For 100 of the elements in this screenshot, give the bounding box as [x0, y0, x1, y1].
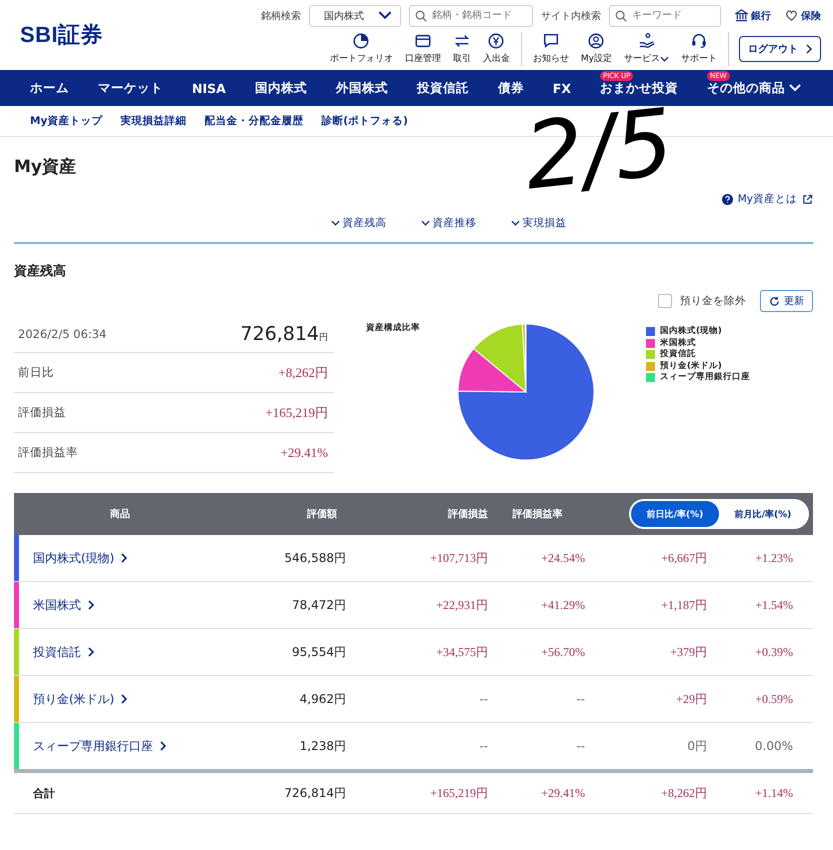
table-cell: +1.23%	[755, 550, 793, 564]
search-label: 銘柄検索	[261, 10, 301, 22]
anchor-link[interactable]: 実現損益	[510, 216, 566, 230]
search-label: サイト内検索	[541, 10, 601, 22]
section-title: 資産残高	[14, 262, 67, 280]
summary-value: +8,262円	[278, 364, 328, 382]
table-cell: +107,713円	[430, 550, 488, 564]
nav-item[interactable]: その他の商品	[706, 80, 801, 96]
chevron-right-icon	[806, 44, 812, 54]
table-cell: 546,588円	[284, 550, 346, 564]
table-cell: 1,238円	[300, 738, 346, 752]
column-header: 評価損益	[347, 493, 489, 535]
deposit-tool[interactable]: 入出金	[478, 32, 515, 65]
table-cell: +24.54%	[541, 550, 585, 564]
notice-tool[interactable]: お知らせ	[528, 32, 574, 65]
help-icon	[722, 194, 733, 204]
toggle-tab[interactable]: 前日比/率(%)	[631, 501, 719, 527]
nav-item[interactable]: おまかせ投資	[600, 80, 678, 96]
card-icon	[414, 32, 432, 50]
speech-bubble-icon	[542, 32, 560, 50]
pie-chart-icon	[352, 32, 370, 50]
table-cell: +6,667円	[661, 550, 707, 564]
table-cell: 0円	[687, 738, 707, 752]
nav-item[interactable]: 投資信託	[416, 80, 469, 96]
legend-label: 米国株式	[660, 338, 696, 348]
chevron-right-icon	[121, 694, 128, 704]
table-cell: 95,554円	[292, 644, 346, 658]
table-cell: +34,575円	[436, 644, 488, 658]
hand-coin-icon	[638, 32, 656, 50]
swap-arrows-icon	[452, 32, 471, 50]
table-cell: 78,472円	[292, 598, 346, 612]
product-link[interactable]: 米国株式	[33, 596, 94, 614]
subnav-link[interactable]: 配当金・分配金履歴	[204, 114, 304, 128]
exclude-checkbox[interactable]: 預り金を除外	[658, 294, 746, 308]
stock-search-field[interactable]: 銘柄・銘柄コード	[409, 4, 533, 26]
summary-label: 評価損益率	[18, 445, 78, 460]
anchor-link[interactable]: 資産推移	[420, 216, 476, 230]
insurance-link[interactable]: 保険	[785, 8, 821, 22]
nav-item[interactable]: マーケット	[98, 80, 163, 96]
refresh-button[interactable]: 更新	[760, 290, 813, 312]
table-cell: +165,219円	[430, 786, 488, 800]
account-tool[interactable]: 口座管理	[400, 32, 446, 65]
portfolio-tool[interactable]: ポートフォリオ	[324, 32, 398, 65]
legend-swatch	[646, 327, 655, 336]
support-tool[interactable]: サポート	[676, 32, 722, 65]
yen-coin-icon	[487, 32, 506, 50]
service-tool[interactable]: サービス	[619, 32, 674, 65]
chevron-down-icon	[420, 220, 430, 226]
legend-label: 投資信託	[660, 349, 696, 360]
subnav-link[interactable]: 実現損益詳細	[120, 114, 186, 128]
table-cell: --	[479, 739, 488, 753]
subnav-link[interactable]: My資産トップ	[30, 114, 102, 128]
nav-item[interactable]: NISA	[192, 80, 226, 96]
total-label: 合計	[33, 786, 55, 800]
nav-item[interactable]: 債券	[498, 80, 524, 96]
logo[interactable]: SBI証券	[20, 20, 240, 50]
user-circle-icon	[587, 32, 606, 50]
trade-tool[interactable]: 取引	[448, 32, 476, 65]
bank-icon	[735, 9, 748, 22]
chevron-right-icon	[121, 553, 128, 563]
table-cell: +0.39%	[755, 644, 793, 658]
summary-value: +29.41%	[280, 444, 328, 460]
summary-label: 前日比	[18, 365, 54, 380]
table-cell: +29.41%	[541, 786, 585, 800]
settings-tool[interactable]: My設定	[576, 32, 617, 65]
column-header: 評価額	[226, 493, 347, 535]
site-search-field[interactable]: キーワード	[609, 4, 721, 26]
nav-item[interactable]: 外国株式	[336, 80, 388, 96]
nav-item[interactable]: FX	[552, 80, 571, 96]
table-cell: --	[576, 692, 585, 706]
chevron-down-icon	[660, 56, 669, 62]
chart-title: 資産構成比率	[366, 322, 421, 334]
product-link[interactable]: 預り金(米ドル)	[33, 690, 128, 708]
table-cell: +379円	[670, 644, 707, 658]
subnav-link[interactable]: 診断(ポトフォる)	[321, 114, 408, 128]
handwritten-note: 2/5	[520, 96, 678, 204]
market-select[interactable]: 国内株式	[309, 4, 401, 26]
external-link-icon	[802, 194, 813, 204]
table-cell: +56.70%	[541, 644, 585, 658]
table-cell: +0.59%	[755, 692, 793, 706]
bank-link[interactable]: 銀行	[735, 8, 771, 22]
nav-item[interactable]: ホーム	[30, 80, 69, 96]
table-cell: 4,962円	[300, 692, 346, 706]
product-link[interactable]: スィープ専用銀行口座	[33, 738, 166, 754]
product-link[interactable]: 国内株式(現物)	[33, 550, 128, 566]
headset-icon	[690, 32, 708, 50]
legend-label: 預り金(米ドル)	[660, 360, 722, 372]
chevron-right-icon	[88, 600, 94, 610]
anchor-link[interactable]: 資産残高	[330, 216, 386, 230]
chevron-right-icon	[88, 647, 94, 657]
table-cell: +41.29%	[541, 598, 585, 612]
product-link[interactable]: 投資信託	[33, 644, 94, 660]
table-cell: --	[479, 692, 488, 706]
search-icon	[415, 10, 427, 22]
search-icon	[615, 10, 627, 22]
table-cell: 726,814円	[284, 786, 346, 800]
help-link[interactable]: My資産とは	[722, 192, 813, 206]
nav-item[interactable]: 国内株式	[254, 80, 307, 96]
logout-button[interactable]: ログアウト	[739, 36, 821, 62]
legend-swatch	[646, 350, 655, 360]
